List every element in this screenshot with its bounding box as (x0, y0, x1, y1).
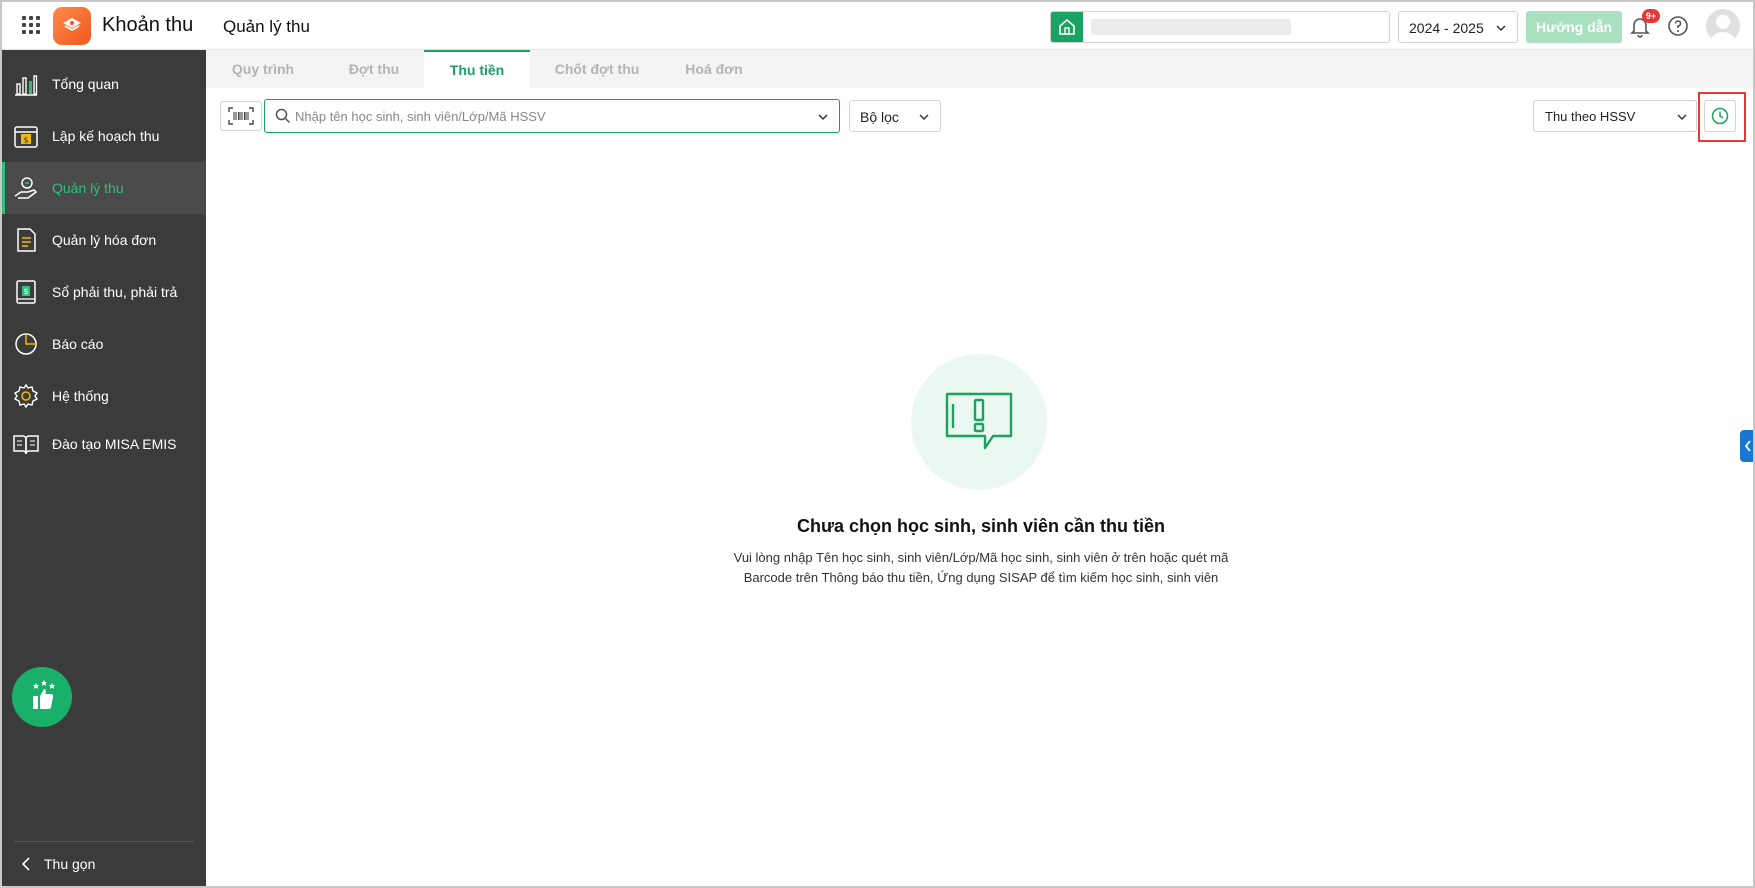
sidebar-item-label: Tổng quan (52, 76, 119, 92)
empty-state-line: Vui lòng nhập Tên học sinh, sinh viên/Lớ… (733, 550, 1229, 565)
chevron-down-icon (1677, 114, 1687, 121)
sidebar-item-system[interactable]: Hệ thống (2, 370, 206, 422)
sidebar-item-label: Đào tạo MISA EMIS (52, 436, 177, 452)
chevron-down-icon[interactable] (817, 111, 829, 123)
ledger-book-icon: $ (16, 280, 36, 304)
search-icon (275, 108, 291, 124)
annotation-highlight-box (1698, 92, 1746, 142)
student-search-box[interactable] (264, 99, 840, 133)
sidebar-item-label: Sổ phải thu, phải trả (52, 284, 178, 300)
barcode-icon (228, 107, 254, 125)
help-icon[interactable] (1667, 15, 1689, 37)
chevron-down-icon (1496, 25, 1506, 32)
tab-invoices[interactable]: Hoá đơn (664, 50, 764, 88)
sidebar: Tổng quan $ Lập kế hoạch thu Quản lý thu… (2, 50, 206, 886)
collapse-sidebar-button[interactable]: Thu gọn (20, 854, 95, 874)
tab-collect-money[interactable]: Thu tiền (424, 50, 530, 88)
school-house-icon (1051, 12, 1083, 42)
notification-badge: 9+ (1642, 9, 1660, 23)
collection-mode-select[interactable]: Thu theo HSSV (1533, 100, 1697, 132)
sidebar-item-reports[interactable]: Báo cáo (2, 318, 206, 370)
school-select[interactable] (1050, 11, 1390, 43)
sidebar-item-label: Báo cáo (52, 336, 104, 352)
hand-coin-icon (14, 177, 38, 199)
gear-icon (13, 383, 39, 409)
sidebar-item-label: Lập kế hoạch thu (52, 128, 160, 144)
empty-state-illustration (911, 354, 1047, 490)
page-title: Quản lý thu (223, 17, 310, 36)
school-year-value: 2024 - 2025 (1409, 20, 1484, 36)
student-search-input[interactable] (295, 106, 795, 126)
tab-close-period[interactable]: Chốt đợt thu (530, 50, 664, 88)
sidebar-item-training[interactable]: Đào tạo MISA EMIS (2, 418, 206, 470)
sidebar-divider (14, 841, 194, 842)
chevron-left-icon (21, 857, 30, 871)
invoice-icon (17, 228, 36, 252)
barcode-scan-button[interactable] (220, 101, 262, 131)
sidebar-item-label: Hệ thống (52, 388, 109, 404)
filter-dropdown[interactable]: Bộ lọc (849, 100, 941, 132)
calendar-dollar-icon: $ (14, 126, 38, 148)
app-grid-icon[interactable] (20, 14, 42, 36)
pie-chart-icon (15, 333, 37, 355)
guide-button[interactable]: Hướng dẫn (1526, 11, 1622, 43)
alert-message-icon (945, 392, 1013, 450)
svg-text:$: $ (23, 287, 28, 296)
chart-bars-icon (15, 75, 38, 96)
open-book-icon (13, 435, 39, 455)
sidebar-item-label: Quản lý hóa đơn (52, 232, 157, 248)
sidebar-item-plan[interactable]: $ Lập kế hoạch thu (2, 110, 206, 162)
sidebar-item-ledger[interactable]: $ Sổ phải thu, phải trả (2, 266, 206, 318)
school-year-select[interactable]: 2024 - 2025 (1398, 11, 1518, 43)
tab-bar: Quy trình Đợt thu Thu tiền Chốt đợt thu … (206, 50, 1753, 88)
filter-label: Bộ lọc (860, 109, 899, 125)
sidebar-item-revenue[interactable]: Quản lý thu (2, 162, 206, 214)
school-name-redacted (1091, 19, 1291, 35)
svg-text:$: $ (23, 136, 28, 145)
empty-state-title: Chưa chọn học sinh, sinh viên cần thu ti… (796, 516, 1166, 536)
sidebar-item-invoices[interactable]: Quản lý hóa đơn (2, 214, 206, 266)
thumbs-up-icon (33, 680, 55, 709)
tab-process[interactable]: Quy trình (206, 50, 320, 88)
top-bar: Khoản thu Quản lý thu 2024 - 2025 Hướng … (2, 2, 1753, 50)
sidebar-item-label: Quản lý thu (52, 180, 124, 196)
collection-mode-value: Thu theo HSSV (1545, 109, 1636, 124)
side-panel-toggle[interactable] (1740, 430, 1753, 462)
app-title: Khoản thu (102, 14, 194, 36)
chevron-down-icon (919, 114, 929, 121)
chevron-left-icon (1744, 440, 1751, 452)
sidebar-item-overview[interactable]: Tổng quan (2, 58, 206, 110)
user-avatar[interactable] (1706, 9, 1740, 43)
empty-state-description: Vui lòng nhập Tên học sinh, sinh viên/Lớ… (706, 548, 1256, 588)
feedback-like-button[interactable] (12, 667, 72, 727)
app-logo (53, 7, 91, 45)
collapse-label: Thu gọn (44, 856, 96, 872)
empty-state-line: Barcode trên Thông báo thu tiền, Ứng dụn… (743, 570, 1219, 585)
tab-collection-periods[interactable]: Đợt thu (320, 50, 428, 88)
app-window: Khoản thu Quản lý thu 2024 - 2025 Hướng … (0, 0, 1755, 888)
